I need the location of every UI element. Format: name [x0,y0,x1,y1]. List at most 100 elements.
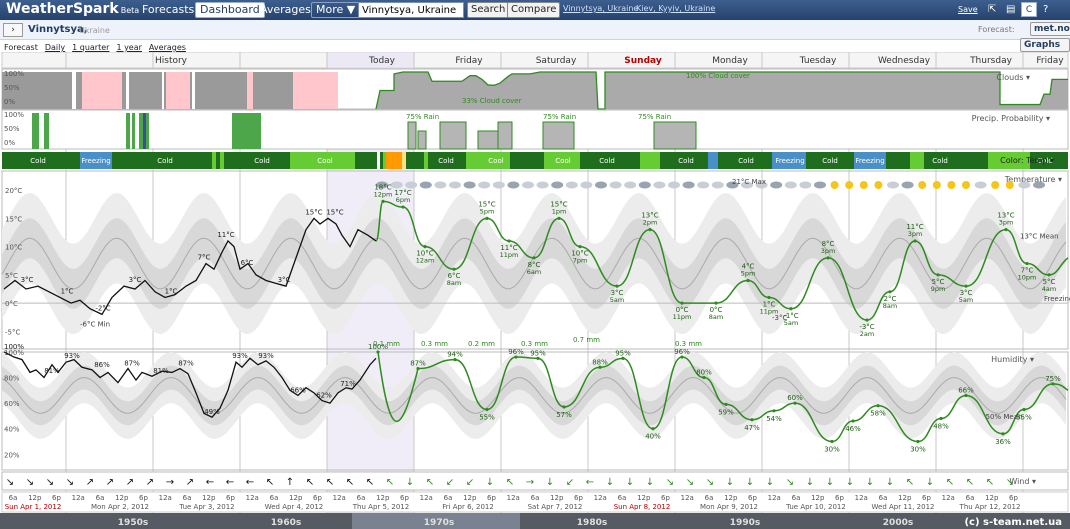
save-link[interactable]: Save [958,5,978,14]
cloud-annotation: 100% Cloud cover [686,72,750,80]
temperature-forecast-time: 5pm [741,270,756,278]
temperature-history-label: 3°C [21,276,34,284]
wind-direction-arrow: ↙ [566,477,574,488]
temperature-forecast-time: 3pm [821,247,836,255]
wind-direction-arrow: ↗ [186,477,194,488]
hour-tick-label: 12a [246,494,259,502]
feel-band-segment [383,152,386,169]
hour-tick-label: 6a [9,494,18,502]
humidity-forecast-value: 100% [368,343,388,351]
hour-tick-label: 12p [811,494,825,502]
cloud-icon [974,181,987,189]
temperature-history-label: 1°C [165,287,178,295]
decade-label[interactable]: 1980s [577,518,607,528]
decade-label[interactable]: 1960s [271,518,301,528]
link-forecast[interactable]: Forecast [4,43,38,52]
hour-tick-label: 12a [72,494,85,502]
share-icon[interactable]: ⇱ [988,4,996,15]
hour-tick-label: 6a [270,494,279,502]
temperature-max-annotation: 21°C Max [732,178,766,186]
search-button[interactable]: Search [467,2,510,18]
humidity-forecast-point [830,439,834,444]
graphs-menu-button[interactable]: Graphs ▾ [1020,38,1070,62]
nav-more-dropdown[interactable]: More ▼ [311,2,361,18]
hour-tick-label: 6a [183,494,192,502]
day-label: Friday [455,56,483,66]
wind-direction-arrow: ↖ [946,477,954,488]
temperature-history-label: -2°C [95,304,110,312]
wind-direction-arrow: ↘ [786,477,794,488]
decade-label[interactable]: 2000s [883,518,913,528]
hour-tick-label: 6p [226,494,235,502]
wind-direction-arrow: ← [246,477,254,488]
cloud-icon [449,181,461,189]
nav-averages[interactable]: Averages [256,2,315,18]
cloud-icon [653,181,666,189]
link-averages[interactable]: Averages [149,43,186,52]
logo-text: WeatherSpark [6,1,119,17]
cloud-icon [638,181,651,189]
hour-tick-label: 12a [420,494,433,502]
date-label: Thu Apr 5, 2012 [352,503,409,511]
link-1-quarter[interactable]: 1 quarter [72,43,109,52]
precip-history-bar [132,113,135,149]
feel-label: Cool [555,157,570,165]
precip-annotation: 75% Rain [638,113,671,121]
temperature-forecast-time: 5am [610,296,624,304]
day-label: Monday [712,56,748,66]
wind-direction-arrow: ↖ [266,477,274,488]
cloud-icon [522,181,534,189]
feel-label: Cold [254,157,270,165]
wind-direction-arrow: ↖ [506,477,514,488]
feel-label: Cool [488,157,503,165]
wind-direction-arrow: ↓ [486,477,494,488]
nav-dashboard[interactable]: Dashboard [195,2,265,18]
settings-icon[interactable]: ▤ [1006,4,1015,15]
cloud-icon [405,181,418,189]
humidity-forecast-point [651,427,655,431]
expand-sidebar-button[interactable]: › [3,23,23,37]
humidity-forecast-value: 48% [933,422,949,430]
top-navigation-bar: WeatherSpark Beta Forecasts Dashboard Ave… [0,0,1070,20]
precip-history-bar [126,113,130,149]
hour-tick-label: 6p [574,494,583,502]
decade-label[interactable]: 1990s [730,518,760,528]
humidity-mean-annotation: 50% Mean [986,413,1023,421]
precip-history-bar [146,113,149,149]
wind-direction-arrow: ↗ [146,477,154,488]
cloud-icon [711,181,724,189]
temperature-forecast-point [507,239,511,243]
link-daily[interactable]: Daily [45,43,65,52]
date-label: Sun Apr 8, 2012 [614,503,671,511]
wind-direction-arrow: ↓ [746,477,754,488]
humidity-forecast-value: 88% [592,358,608,366]
decade-label[interactable]: 1970s [424,518,454,528]
link-1-year[interactable]: 1 year [116,43,141,52]
clouds-history-gap [293,72,338,109]
help-icon[interactable]: ? [1043,4,1048,15]
temperature-forecast-point [746,278,750,283]
compare-button[interactable]: Compare [507,2,561,18]
forecast-source-select[interactable]: met.no ▾ [1030,22,1070,46]
nav-forecasts[interactable]: Forecasts [138,2,198,18]
hour-tick-label: 6a [357,494,366,502]
temperature-forecast-point [913,239,917,243]
wind-direction-arrow: ↗ [126,477,134,488]
cloud-icon [419,181,432,189]
decade-label[interactable]: 1950s [118,518,148,528]
hour-tick-label: 6a [792,494,801,502]
cloud-icon [887,181,899,189]
wind-direction-arrow: → [166,477,174,488]
unit-celsius-button[interactable]: C [1021,2,1037,17]
recent-location-vinnytsya[interactable]: Vinnytsya, Ukraine [563,4,638,13]
weatherspark-logo[interactable]: WeatherSpark Beta [6,1,139,17]
hour-tick-label: 6a [444,494,453,502]
recent-location-kiev[interactable]: Kiev, Kyyiv, Ukraine [636,4,715,13]
location-search-input[interactable] [358,2,464,18]
feel-label: Cold [932,157,948,165]
temperature-forecast-point [401,205,405,209]
hour-tick-label: 6a [705,494,714,502]
day-label: History [155,56,188,66]
weather-dashboard-chart[interactable]: History Today Friday Saturday Sunday Monday Tu… [0,52,1070,529]
wind-direction-arrow: ↓ [846,477,854,488]
